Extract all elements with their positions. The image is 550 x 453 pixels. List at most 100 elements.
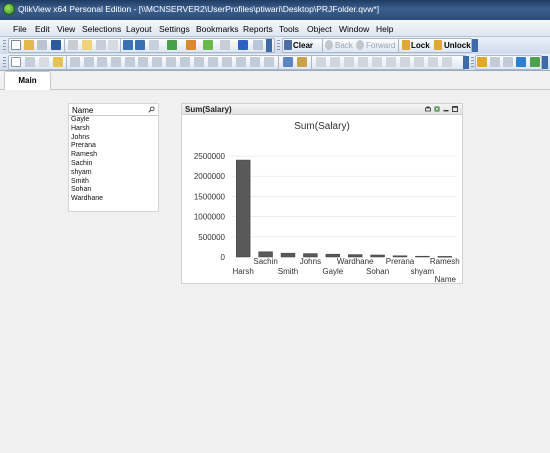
tab-main[interactable]: Main [4, 71, 51, 90]
align-bottom-icon[interactable] [386, 57, 396, 67]
minimize-icon[interactable] [443, 106, 449, 112]
lock-icon[interactable] [402, 40, 410, 50]
statistics-box-icon[interactable] [84, 57, 94, 67]
list-item[interactable]: Sohan [69, 186, 158, 195]
send-to-excel-icon[interactable] [434, 106, 440, 112]
line-arrow-object-icon[interactable] [194, 57, 204, 67]
bar-harsh[interactable] [236, 159, 251, 258]
move-sheet-left-icon[interactable] [39, 57, 49, 67]
slider-object-icon[interactable] [208, 57, 218, 67]
toolbar-overflow-chevron[interactable] [463, 56, 469, 69]
menu-layout[interactable]: Layout [126, 24, 152, 34]
list-item[interactable]: Gayle [69, 116, 158, 125]
print-icon[interactable] [425, 106, 431, 112]
table-box-icon[interactable] [111, 57, 121, 67]
multibox-icon[interactable] [97, 57, 107, 67]
copy-icon[interactable] [96, 40, 106, 50]
custom-object-icon[interactable] [264, 57, 274, 67]
menu-help[interactable]: Help [376, 24, 393, 34]
menu-reports[interactable]: Reports [243, 24, 273, 34]
pin-icon[interactable] [297, 57, 307, 67]
back-arrow-icon[interactable] [325, 40, 333, 50]
clear-icon[interactable] [284, 40, 292, 50]
sheet-properties-icon[interactable] [25, 57, 35, 67]
list-item[interactable]: Wardhane [69, 195, 158, 204]
list-item[interactable]: Johns [69, 134, 158, 143]
move-sheet-right-icon[interactable] [53, 57, 63, 67]
forward-button[interactable]: Forward [366, 41, 395, 50]
toolbar-overflow-chevron[interactable] [542, 56, 548, 69]
clear-button[interactable]: Clear [293, 41, 313, 50]
new-sheet-icon[interactable] [11, 57, 21, 67]
menu-object[interactable]: Object [307, 24, 332, 34]
paste-icon[interactable] [108, 40, 118, 50]
listbox-object-icon[interactable] [70, 57, 80, 67]
document-properties-icon[interactable] [490, 57, 500, 67]
forward-arrow-icon[interactable] [356, 40, 364, 50]
toolbar-grip[interactable] [3, 57, 6, 68]
chart-wizard-icon[interactable] [186, 40, 196, 50]
menu-edit[interactable]: Edit [35, 24, 50, 34]
button-object-icon[interactable] [166, 57, 176, 67]
menu-view[interactable]: View [57, 24, 75, 34]
menu-selections[interactable]: Selections [82, 24, 121, 34]
toolbar-grip[interactable] [3, 40, 6, 51]
layout-check-icon[interactable] [167, 40, 177, 50]
add-bookmark-icon[interactable] [203, 40, 213, 50]
print-icon[interactable] [68, 40, 78, 50]
same-height-icon[interactable] [442, 57, 452, 67]
align-top-icon[interactable] [358, 57, 368, 67]
same-width-icon[interactable] [428, 57, 438, 67]
bookmark-object-icon[interactable] [222, 57, 232, 67]
edit-script-icon[interactable] [82, 40, 92, 50]
unlock-button[interactable]: Unlock [444, 41, 471, 50]
toolbar-grip[interactable] [471, 57, 474, 68]
properties-icon[interactable] [220, 40, 230, 50]
bar-shyam[interactable] [415, 255, 430, 258]
search-object-icon[interactable] [236, 57, 246, 67]
undo-icon[interactable] [123, 40, 133, 50]
listbox-caption[interactable]: Name [69, 104, 158, 116]
list-item[interactable]: Smith [69, 178, 158, 187]
menu-tools[interactable]: Tools [279, 24, 299, 34]
edit-module-icon[interactable] [477, 57, 487, 67]
list-item[interactable]: shyam [69, 169, 158, 178]
search-icon[interactable] [148, 106, 155, 113]
toolbar-grip[interactable] [277, 40, 280, 51]
align-center-icon[interactable] [330, 57, 340, 67]
space-horizontally-icon[interactable] [400, 57, 410, 67]
save-icon[interactable] [51, 40, 61, 50]
reload-icon[interactable] [37, 40, 47, 50]
list-item[interactable]: Ramesh [69, 151, 158, 160]
menu-window[interactable]: Window [339, 24, 369, 34]
space-vertically-icon[interactable] [414, 57, 424, 67]
help-topics-icon[interactable] [238, 40, 248, 50]
toolbar-overflow-chevron[interactable] [472, 39, 478, 52]
back-button[interactable]: Back [335, 41, 353, 50]
maximize-icon[interactable] [452, 106, 458, 112]
list-item[interactable]: Prerana [69, 142, 158, 151]
new-document-icon[interactable] [11, 40, 21, 50]
user-preferences-icon[interactable] [503, 57, 513, 67]
align-left-icon[interactable] [316, 57, 326, 67]
edit-mode-icon[interactable] [516, 57, 526, 67]
current-selections-icon[interactable] [152, 57, 162, 67]
menu-settings[interactable]: Settings [159, 24, 190, 34]
salary-chart-box[interactable]: Sum(Salary) Sum(Salary) 0 500000 1000000 15… [181, 103, 463, 284]
chart-caption[interactable]: Sum(Salary) [182, 104, 462, 115]
align-middle-icon[interactable] [372, 57, 382, 67]
container-object-icon[interactable] [250, 57, 260, 67]
list-item[interactable]: Harsh [69, 125, 158, 134]
text-object-icon[interactable] [180, 57, 190, 67]
menu-file[interactable]: File [13, 24, 27, 34]
input-box-icon[interactable] [138, 57, 148, 67]
lock-button[interactable]: Lock [411, 41, 430, 50]
redo-icon[interactable] [135, 40, 145, 50]
format-painter-icon[interactable] [283, 57, 293, 67]
open-folder-icon[interactable] [24, 40, 34, 50]
unlock-icon[interactable] [434, 40, 442, 50]
chart-object-icon[interactable] [125, 57, 135, 67]
design-grid-icon[interactable] [530, 57, 540, 67]
find-icon[interactable] [149, 40, 159, 50]
list-item[interactable]: Sachin [69, 160, 158, 169]
